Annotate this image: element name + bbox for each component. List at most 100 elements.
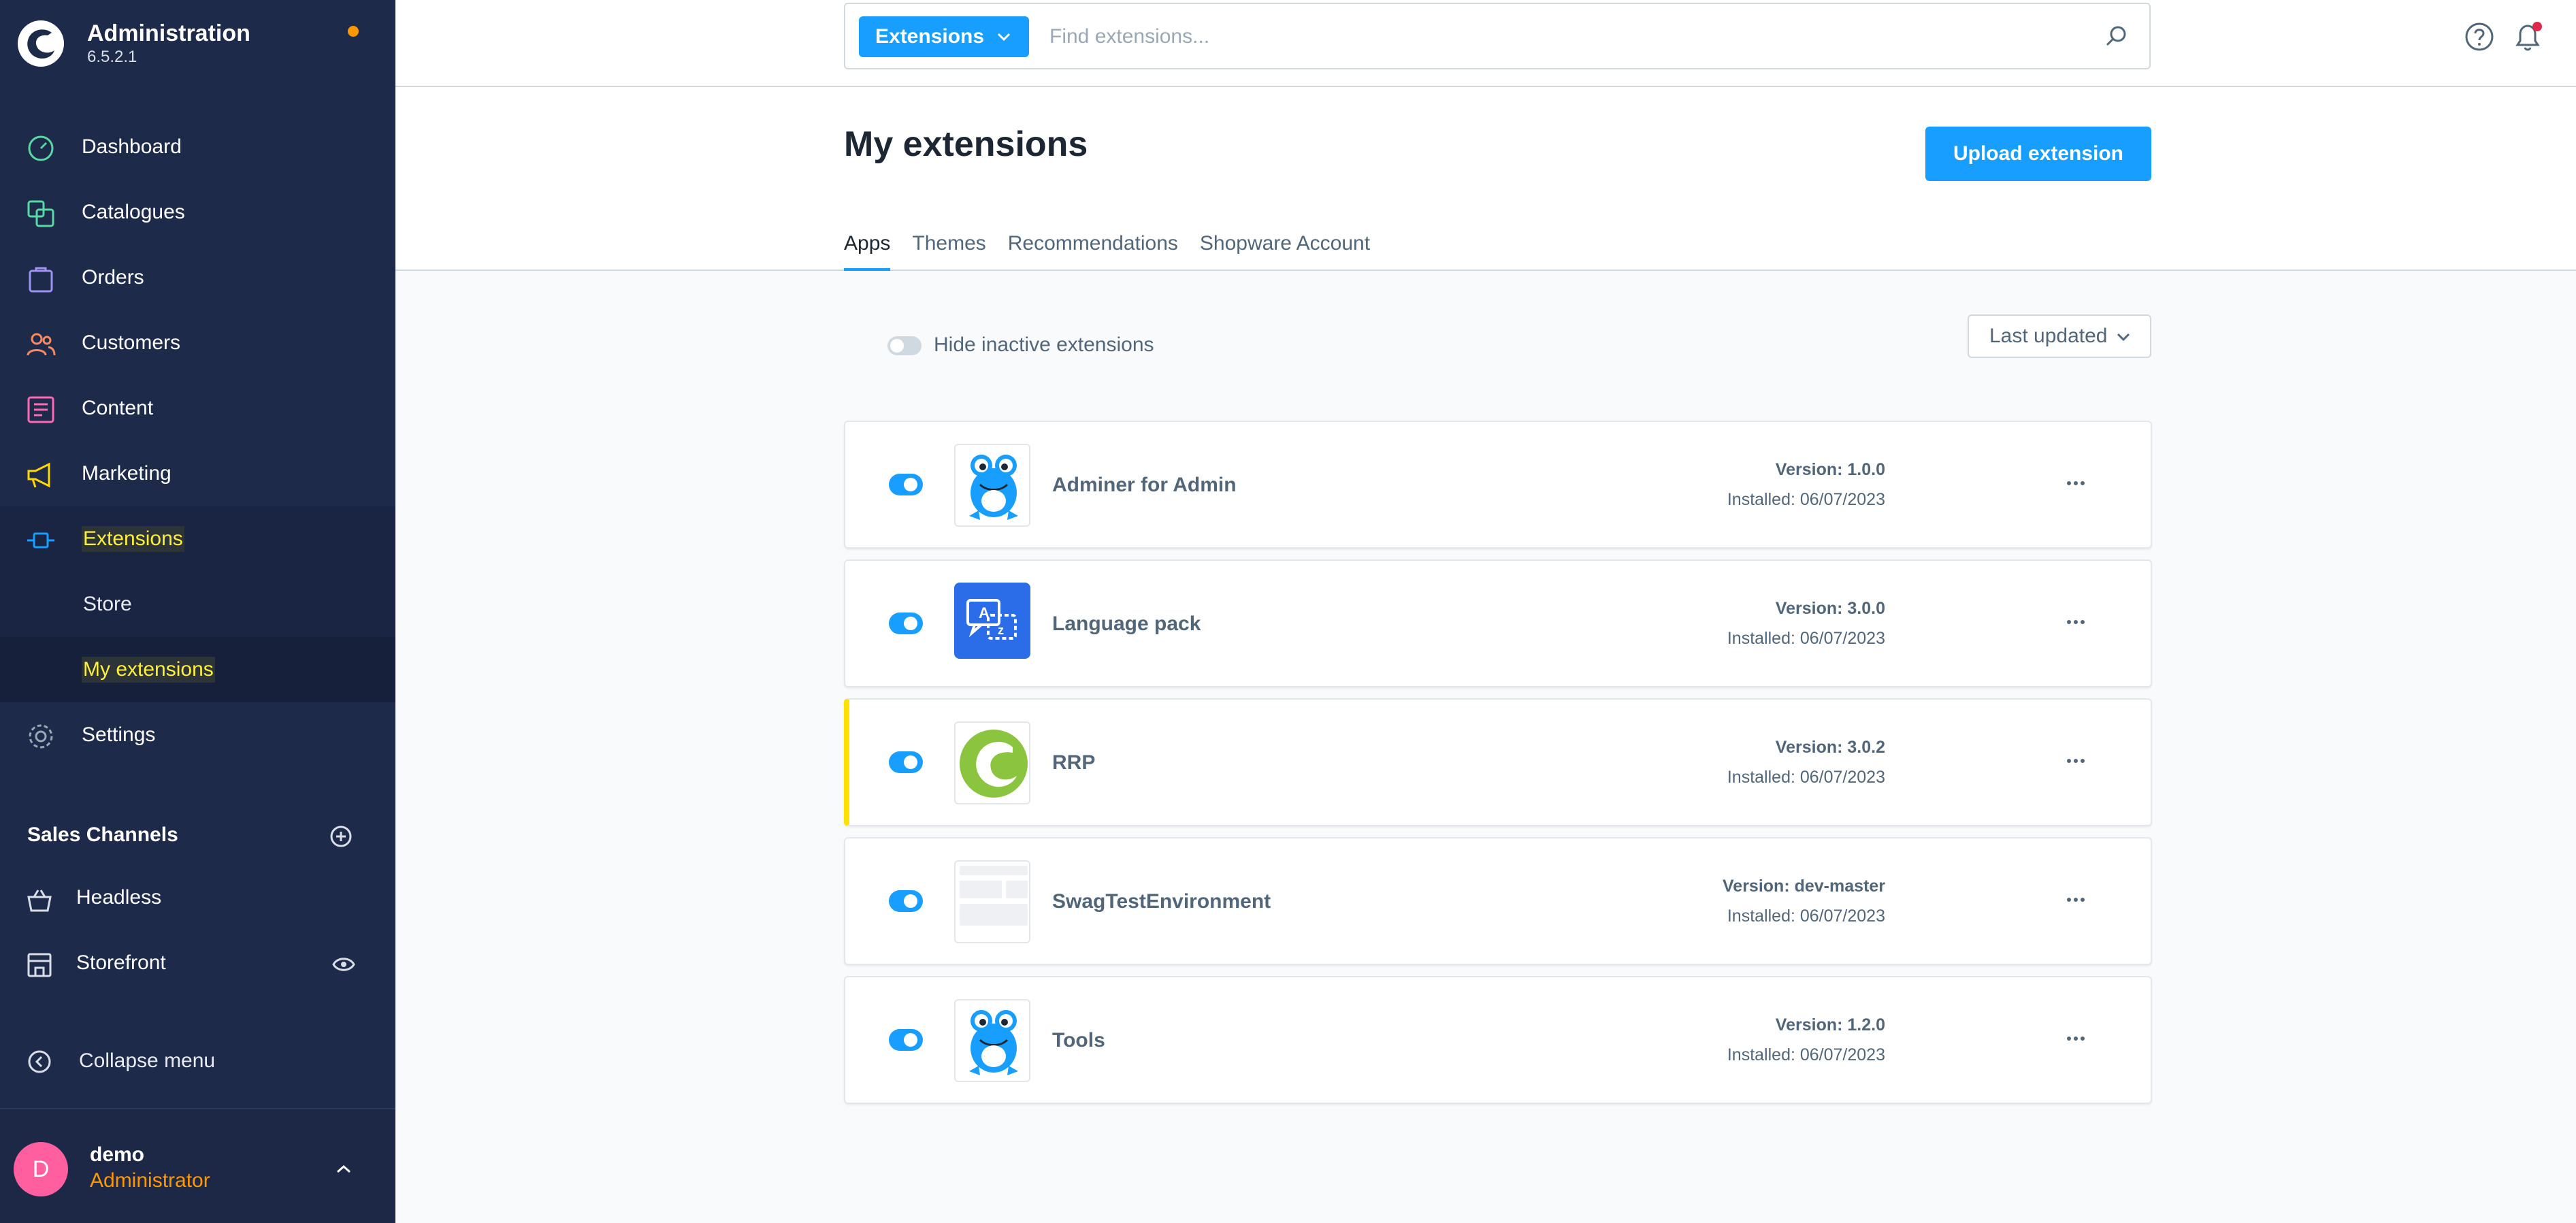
add-sales-channel-icon[interactable] <box>329 825 353 848</box>
brand-version: 6.5.2.1 <box>87 48 137 66</box>
basket-icon <box>27 890 52 912</box>
nav-item-content[interactable]: Content <box>0 376 395 441</box>
more-options-icon[interactable] <box>2066 615 2085 629</box>
chevron-down-icon <box>997 33 1011 42</box>
extension-thumbnail <box>954 860 1030 943</box>
extension-active-toggle[interactable] <box>889 474 923 495</box>
eye-icon[interactable] <box>332 956 355 973</box>
extension-installed: Installed: 06/07/2023 <box>1727 1045 1885 1064</box>
extension-thumbnail <box>954 999 1030 1082</box>
page-title: My extensions <box>844 125 1088 164</box>
nav-item-label: Dashboard <box>82 135 182 158</box>
extension-installed: Installed: 06/07/2023 <box>1727 907 1885 926</box>
marketing-icon <box>27 462 50 488</box>
extensions-icon <box>27 532 54 549</box>
search-input[interactable] <box>1049 16 2070 57</box>
more-options-icon[interactable] <box>2066 893 2085 907</box>
sales-channel-headless[interactable]: Headless <box>0 866 395 931</box>
extension-name: Language pack <box>1052 613 1201 635</box>
nav-item-label: Store <box>83 593 132 615</box>
nav-item-label: My extensions <box>82 657 215 683</box>
sort-select[interactable]: Last updated <box>1968 314 2151 358</box>
extension-active-toggle[interactable] <box>889 613 923 634</box>
extension-card: Tools Version: 1.2.0 Installed: 06/07/20… <box>844 976 2152 1104</box>
storefront-icon <box>27 953 52 977</box>
upload-extension-button[interactable]: Upload extension <box>1925 127 2151 181</box>
svg-text:z: z <box>998 623 1004 637</box>
extension-list: Adminer for Admin Version: 1.0.0 Install… <box>844 421 2152 1115</box>
extension-version: Version: 1.0.0 <box>1775 460 1885 479</box>
sales-channels-heading: Sales Channels <box>27 824 178 846</box>
search-type-label: Extensions <box>875 25 985 48</box>
search-type-select[interactable]: Extensions <box>859 16 1029 57</box>
extension-active-toggle[interactable] <box>889 890 923 912</box>
hide-inactive-toggle[interactable] <box>887 336 922 355</box>
extension-active-toggle[interactable] <box>889 751 923 773</box>
extension-version: Version: 1.2.0 <box>1775 1015 1885 1034</box>
settings-icon <box>29 724 53 749</box>
search-bar: Extensions <box>844 3 2151 69</box>
sales-channel-storefront[interactable]: Storefront <box>0 931 395 996</box>
chevron-up-icon[interactable] <box>333 1161 354 1177</box>
extension-installed: Installed: 06/07/2023 <box>1727 490 1885 509</box>
collapse-menu-button[interactable]: Collapse menu <box>0 1029 395 1094</box>
orders-icon <box>29 267 53 293</box>
tab-apps[interactable]: Apps <box>844 230 891 271</box>
sales-channel-label: Headless <box>76 886 162 909</box>
extension-active-toggle[interactable] <box>889 1029 923 1051</box>
extension-card: Adminer for Admin Version: 1.0.0 Install… <box>844 421 2152 549</box>
collapse-label: Collapse menu <box>79 1049 216 1072</box>
nav-item-marketing[interactable]: Marketing <box>0 441 395 506</box>
svg-text:A: A <box>979 604 990 621</box>
extension-thumbnail: A z <box>954 583 1030 666</box>
content-icon <box>27 396 54 423</box>
nav-item-store[interactable]: Store <box>0 572 395 637</box>
extension-thumbnail <box>954 721 1030 804</box>
dashboard-icon <box>28 135 54 161</box>
more-options-icon[interactable] <box>2066 1032 2085 1045</box>
frog-icon <box>969 455 1018 520</box>
shopware-logo-icon <box>18 20 64 67</box>
extension-card: SwagTestEnvironment Version: dev-master … <box>844 837 2152 965</box>
more-options-icon[interactable] <box>2066 476 2085 490</box>
nav-item-label: Marketing <box>82 462 172 485</box>
nav-item-orders[interactable]: Orders <box>0 245 395 310</box>
extension-thumbnail <box>954 444 1030 527</box>
tab-themes[interactable]: Themes <box>912 230 985 271</box>
extension-installed: Installed: 06/07/2023 <box>1727 629 1885 648</box>
frog-icon <box>969 1010 1018 1075</box>
extension-installed: Installed: 06/07/2023 <box>1727 768 1885 787</box>
search-icon[interactable] <box>2104 25 2129 49</box>
nav-item-label: Extensions <box>82 526 184 552</box>
help-icon[interactable] <box>2464 22 2494 52</box>
placeholder-grid-icon <box>960 866 1028 926</box>
main-nav: Dashboard Catalogues Orders Customers Co… <box>0 114 395 768</box>
nav-item-dashboard[interactable]: Dashboard <box>0 114 395 180</box>
user-menu[interactable]: D demo Administrator <box>0 1108 395 1223</box>
extension-version: Version: dev-master <box>1723 877 1885 896</box>
catalogues-icon <box>27 200 54 227</box>
nav-item-settings[interactable]: Settings <box>0 702 395 768</box>
extension-card: RRP Version: 3.0.2 Installed: 06/07/2023 <box>844 698 2152 826</box>
tab-shopware-account[interactable]: Shopware Account <box>1200 230 1370 271</box>
extension-version: Version: 3.0.2 <box>1775 738 1885 757</box>
nav-item-catalogues[interactable]: Catalogues <box>0 180 395 245</box>
nav-item-customers[interactable]: Customers <box>0 310 395 376</box>
nav-item-label: Customers <box>82 331 181 354</box>
nav-item-label: Content <box>82 397 154 419</box>
extension-card: A z Language pack Version: 3.0.0 Install… <box>844 559 2152 687</box>
bell-icon[interactable] <box>2512 20 2543 53</box>
shopware-logo-icon <box>960 730 1028 798</box>
customers-icon <box>27 333 56 356</box>
collapse-icon <box>28 1050 51 1073</box>
nav-item-extensions[interactable]: Extensions <box>0 506 395 572</box>
extension-version: Version: 3.0.0 <box>1775 599 1885 618</box>
language-pack-icon: A z <box>954 583 1030 659</box>
brand[interactable]: Administration 6.5.2.1 <box>16 16 379 71</box>
more-options-icon[interactable] <box>2066 754 2085 768</box>
nav-item-my-extensions[interactable]: My extensions <box>0 637 395 702</box>
tab-recommendations[interactable]: Recommendations <box>1008 230 1178 271</box>
brand-title: Administration <box>87 20 250 46</box>
extension-name: SwagTestEnvironment <box>1052 890 1271 913</box>
page-header: My extensions Upload extension Apps Them… <box>395 87 2576 271</box>
